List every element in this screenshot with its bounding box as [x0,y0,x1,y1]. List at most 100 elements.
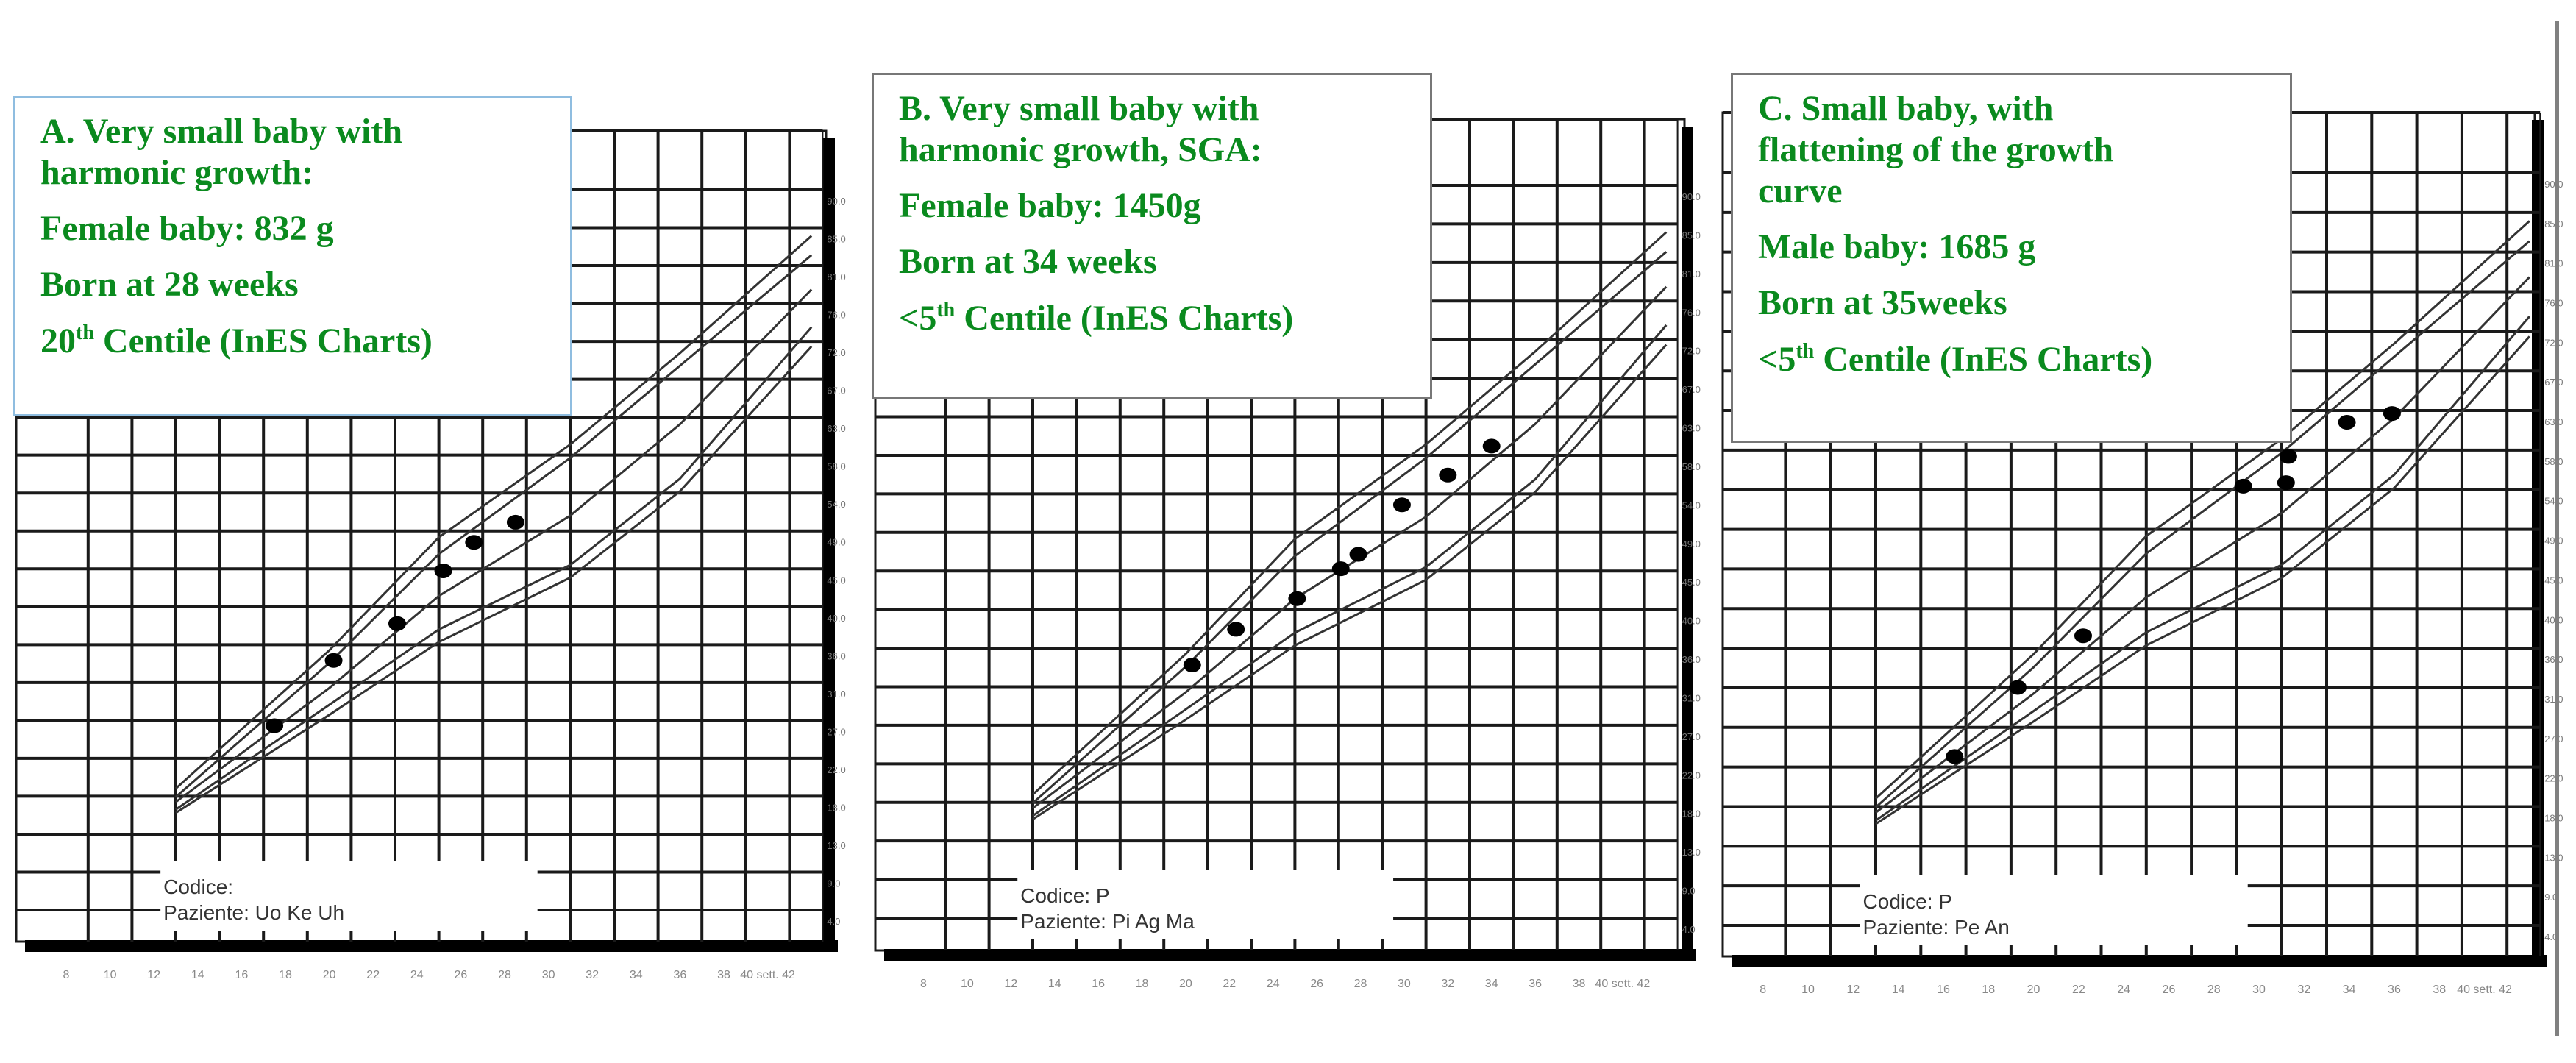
panel-c-centile-suffix: Centile (InES Charts) [1814,340,2153,379]
y-tick-label: 63.0 [1682,423,1701,434]
panel-b-info-box: B. Very small baby with harmonic growth,… [872,73,1432,399]
y-tick-label: 40.0 [1682,616,1701,627]
y-tick-label: 85.0 [2544,218,2563,230]
panel-b-centile: <5th Centile (InES Charts) [899,300,1408,336]
data-point [266,718,284,733]
x-tick-label: 40 sett. 42 [1595,978,1651,990]
y-tick-label: 40.0 [2544,614,2563,625]
panel-b-centile-sup: th [936,299,956,321]
y-tick-label: 18.0 [827,802,845,813]
x-tick-label: 8 [920,978,927,990]
chart-shadow-bottom [884,949,1696,961]
x-tick-label: 34 [2343,984,2356,996]
data-point [1946,749,1964,764]
x-tick-label: 12 [1846,984,1860,996]
data-point [1227,622,1245,637]
panel-c-title-line-2: flattening of the growth [1758,130,2114,169]
codice-label: Codice: [163,875,233,898]
x-tick-label: 10 [1801,984,1815,996]
x-tick-label: 40 sett. 42 [740,969,795,981]
y-tick-label: 54.0 [1682,499,1701,511]
y-tick-label: 45.0 [827,575,845,586]
x-tick-label: 10 [104,969,117,981]
y-tick-label: 67.0 [1682,384,1701,395]
y-tick-label: 4.0 [827,916,840,927]
x-tick-label: 18 [279,969,292,981]
x-tick-label: 14 [1892,984,1905,996]
x-tick-label: 30 [542,969,555,981]
data-point [506,514,524,530]
codice-label: Codice: P [1863,890,1952,913]
panel-c-sex-weight: Male baby: 1685 g [1758,227,2036,266]
x-tick-label: 8 [1760,984,1766,996]
x-tick-label: 32 [2297,984,2310,996]
y-tick-label: 76.0 [2544,298,2563,309]
x-tick-label: 18 [1136,978,1149,990]
panel-c-info-box: C. Small baby, with flattening of the gr… [1731,73,2292,443]
y-tick-label: 36.0 [827,650,845,661]
y-tick-label: 81.0 [1682,269,1701,280]
x-tick-label: 28 [1354,978,1367,990]
data-point [2009,680,2027,695]
y-tick-label: 13.0 [1682,847,1701,858]
y-tick-label: 72.0 [2544,337,2563,348]
x-tick-label: 20 [1179,978,1192,990]
panel-b-title-line-2: harmonic growth, SGA: [899,130,1262,169]
y-tick-label: 18.0 [2544,812,2563,823]
y-tick-label: 81.0 [2544,258,2563,269]
panel-a-centile-prefix: 20 [40,321,76,360]
y-tick-label: 72.0 [827,347,845,358]
data-point [2074,628,2092,644]
y-tick-label: 90.0 [827,196,845,207]
panel-a-sex-weight: Female baby: 832 g [40,209,334,248]
data-point [1349,547,1367,562]
y-tick-label: 90.0 [2544,179,2563,190]
x-tick-label: 30 [2252,984,2266,996]
y-tick-label: 9.0 [1682,886,1696,897]
x-tick-label: 38 [2433,984,2446,996]
panel-b-born: Born at 34 weeks [899,242,1157,281]
page-edge-divider [2555,21,2559,1036]
x-tick-label: 8 [63,969,70,981]
data-point [1331,561,1350,577]
y-tick-label: 67.0 [2544,377,2563,388]
data-point [2338,415,2356,430]
x-tick-label: 28 [498,969,511,981]
paziente-label: Paziente: Pi Ag Ma [1020,910,1195,933]
x-tick-label: 14 [191,969,204,981]
y-tick-label: 85.0 [827,234,845,245]
x-tick-label: 22 [366,969,380,981]
y-tick-label: 58.0 [827,461,845,472]
panel-a-title-line-2: harmonic growth: [40,153,314,192]
y-tick-label: 31.0 [2544,694,2563,705]
y-tick-label: 31.0 [827,689,845,700]
data-point [2234,478,2252,494]
panel-a-info-box: A. Very small baby with harmonic growth:… [13,96,572,416]
y-tick-label: 36.0 [1682,654,1701,665]
y-tick-label: 76.0 [827,310,845,321]
y-tick-label: 67.0 [827,385,845,397]
panel-c-born: Born at 35weeks [1758,283,2007,322]
x-tick-label: 30 [1398,978,1411,990]
chart-shadow-right [2532,120,2544,967]
x-tick-label: 32 [1441,978,1454,990]
x-tick-label: 16 [235,969,249,981]
y-tick-label: 58.0 [1682,461,1701,472]
y-tick-label: 58.0 [2544,456,2563,467]
x-tick-label: 26 [2163,984,2176,996]
x-tick-label: 36 [2388,984,2401,996]
panel-c-centile: <5th Centile (InES Charts) [1758,341,2268,377]
x-tick-label: 26 [1310,978,1323,990]
data-point [1482,438,1501,454]
x-tick-label: 24 [2117,984,2130,996]
paziente-label: Paziente: Pe An [1863,916,2010,939]
panel-b-centile-suffix: Centile (InES Charts) [955,299,1294,338]
y-tick-label: 27.0 [1682,731,1701,742]
paziente-label: Paziente: Uo Ke Uh [163,901,344,924]
panel-b-sex-weight: Female baby: 1450g [899,186,1201,225]
y-tick-label: 22.0 [827,764,845,775]
chart-shadow-bottom [1732,955,2547,967]
y-tick-label: 40.0 [827,613,845,624]
data-point [1392,497,1411,513]
x-tick-label: 12 [1004,978,1017,990]
